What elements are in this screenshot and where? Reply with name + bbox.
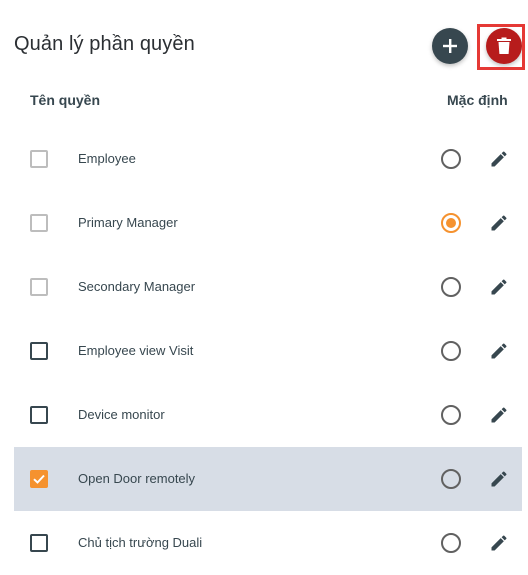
edit-role-button[interactable] — [488, 212, 510, 234]
role-checkbox[interactable] — [30, 534, 48, 552]
role-row[interactable]: Employee view Visit — [14, 319, 522, 383]
role-label: Chủ tịch trường Duali — [78, 535, 203, 550]
edit-role-button[interactable] — [488, 148, 510, 170]
role-list: Employee Primary Manager Secondary Manager… — [14, 127, 522, 575]
plus-icon — [443, 39, 457, 53]
role-label: Open Door remotely — [78, 471, 196, 486]
pencil-icon — [491, 279, 507, 295]
role-label: Secondary Manager — [78, 279, 196, 294]
pencil-icon — [491, 471, 507, 487]
role-checkbox[interactable] — [30, 150, 48, 168]
default-radio[interactable] — [441, 341, 461, 361]
pencil-icon — [491, 151, 507, 167]
default-radio[interactable] — [441, 213, 461, 233]
delete-role-button[interactable] — [486, 28, 522, 64]
role-row[interactable]: Chủ tịch trường Duali — [14, 511, 522, 575]
edit-role-button[interactable] — [488, 532, 510, 554]
default-radio[interactable] — [441, 405, 461, 425]
role-checkbox[interactable] — [30, 406, 48, 424]
role-checkbox[interactable] — [30, 342, 48, 360]
column-header-default: Mặc định — [447, 92, 508, 108]
pencil-icon — [491, 343, 507, 359]
role-label: Primary Manager — [78, 215, 178, 230]
edit-role-button[interactable] — [488, 340, 510, 362]
role-checkbox[interactable] — [30, 214, 48, 232]
edit-role-button[interactable] — [488, 468, 510, 490]
role-row[interactable]: Primary Manager — [14, 191, 522, 255]
role-row[interactable]: Secondary Manager — [14, 255, 522, 319]
pencil-icon — [491, 215, 507, 231]
pencil-icon — [491, 407, 507, 423]
role-checkbox[interactable] — [30, 470, 48, 488]
role-label: Employee view Visit — [78, 343, 194, 358]
add-role-button[interactable] — [432, 28, 468, 64]
edit-role-button[interactable] — [488, 276, 510, 298]
role-row[interactable]: Employee — [14, 127, 522, 191]
trash-icon — [497, 37, 511, 54]
checkmark-icon — [33, 474, 45, 484]
role-label: Employee — [78, 151, 136, 166]
pencil-icon — [491, 535, 507, 551]
edit-role-button[interactable] — [488, 404, 510, 426]
role-checkbox[interactable] — [30, 278, 48, 296]
role-row[interactable]: Device monitor — [14, 383, 522, 447]
default-radio[interactable] — [441, 469, 461, 489]
role-label: Device monitor — [78, 407, 165, 422]
header: Quản lý phần quyền — [0, 0, 528, 90]
role-row[interactable]: Open Door remotely — [14, 447, 522, 511]
column-header-name: Tên quyền — [30, 92, 101, 108]
page-title: Quản lý phần quyền — [14, 33, 195, 55]
default-radio[interactable] — [441, 277, 461, 297]
default-radio[interactable] — [441, 149, 461, 169]
default-radio[interactable] — [441, 533, 461, 553]
